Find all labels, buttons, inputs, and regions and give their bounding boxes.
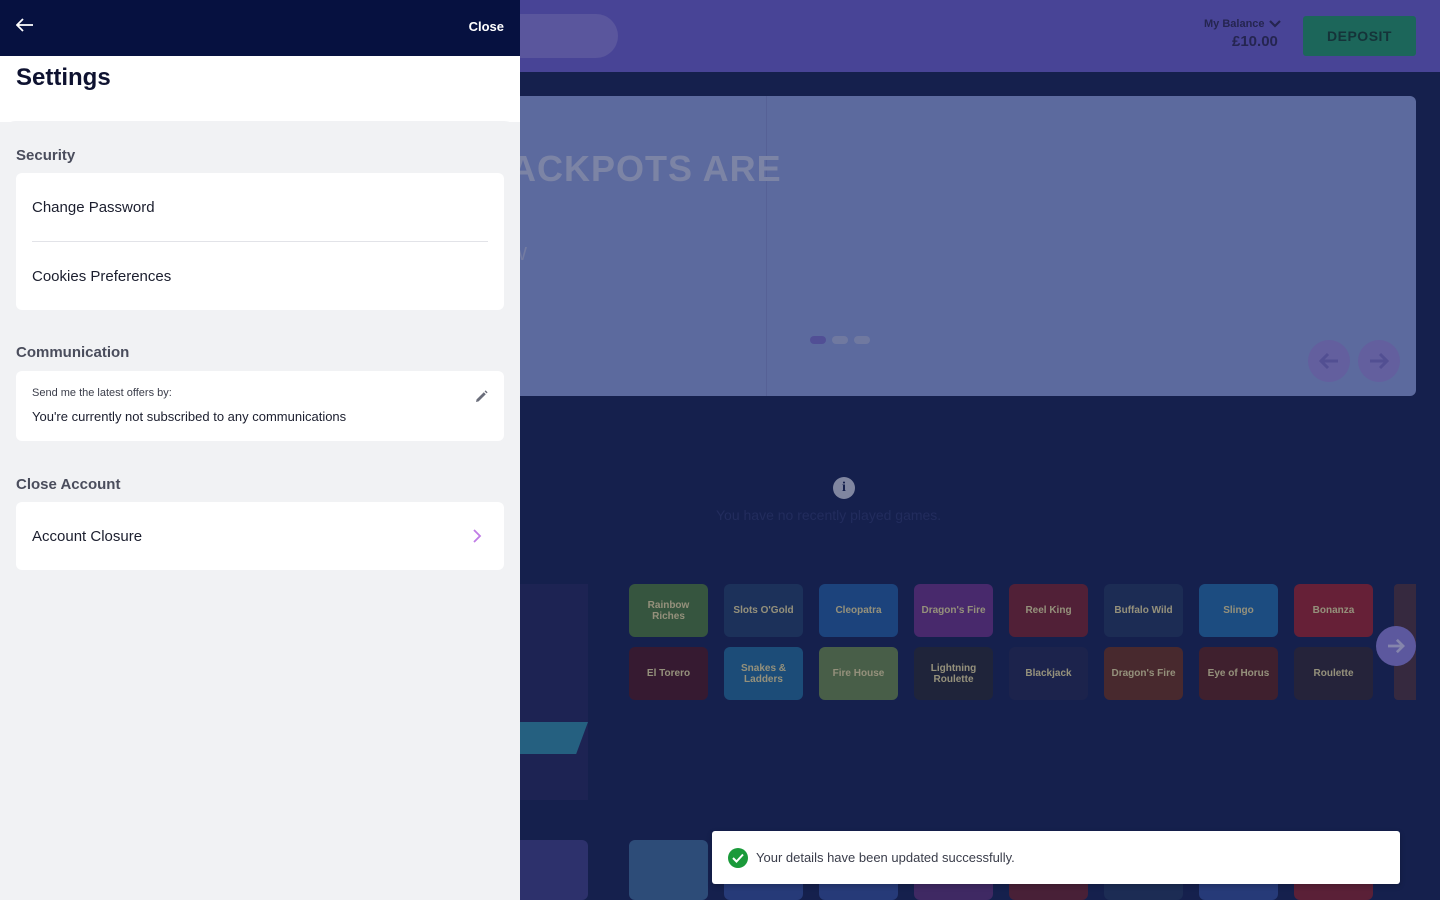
communication-card: Send me the latest offers by: You're cur…: [16, 371, 504, 441]
pencil-icon: [476, 389, 488, 402]
account-closure-label: Account Closure: [32, 527, 143, 545]
settings-drawer: Close Settings Security Change Password …: [0, 0, 520, 900]
section-title-communication: Communication: [16, 344, 130, 361]
cookies-preferences-label: Cookies Preferences: [32, 267, 172, 285]
drawer-header: Close: [0, 0, 520, 56]
edit-communication-button[interactable]: [472, 389, 490, 407]
back-button[interactable]: [12, 12, 38, 38]
section-title-close-account: Close Account: [16, 476, 121, 493]
settings-content: Security Change Password Cookies Prefere…: [0, 121, 520, 900]
chevron-right-icon: [473, 529, 482, 543]
change-password-item[interactable]: Change Password: [16, 173, 504, 241]
communication-status: You're currently not subscribed to any c…: [32, 409, 347, 424]
close-account-card: Account Closure: [16, 502, 504, 570]
communication-label: Send me the latest offers by:: [32, 387, 172, 399]
account-closure-item[interactable]: Account Closure: [16, 502, 504, 570]
check-circle-icon: [728, 847, 748, 868]
arrow-left-icon: [16, 18, 33, 32]
success-toast: Your details have been updated successfu…: [712, 831, 1400, 884]
page-title: Settings: [16, 64, 111, 91]
toast-message: Your details have been updated successfu…: [756, 850, 1015, 865]
modal-overlay[interactable]: [520, 0, 1440, 900]
change-password-label: Change Password: [32, 198, 155, 216]
security-card: Change Password Cookies Preferences: [16, 173, 504, 310]
close-button[interactable]: Close: [469, 19, 504, 34]
section-title-security: Security: [16, 147, 76, 164]
cookies-preferences-item[interactable]: Cookies Preferences: [16, 242, 504, 310]
